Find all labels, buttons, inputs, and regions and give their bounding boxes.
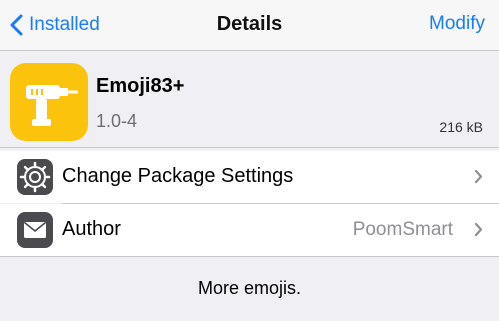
drill-icon [10,63,88,141]
package-description: More emojis. [197,278,302,298]
gear-icon [17,159,53,195]
package-version: 1.0-4 [96,111,138,131]
page-title: Details [216,13,283,35]
package-header: Emoji83+ 1.0-4 216 kB [0,51,499,148]
navigation-bar: Installed Details Modify [0,0,499,51]
package-name: Emoji83+ [96,75,185,97]
package-size: 216 kB [439,119,483,135]
chevron-right-icon [474,222,483,237]
section-divider [0,256,499,257]
change-package-settings-label: Change Package Settings [62,165,294,187]
mail-icon [17,212,53,248]
author-row[interactable]: Author PoomSmart [0,204,499,256]
modify-button[interactable]: Modify [429,13,485,35]
chevron-right-icon [474,169,483,184]
author-label: Author [62,218,121,240]
change-package-settings-row[interactable]: Change Package Settings [0,151,499,203]
author-value: PoomSmart [352,219,453,240]
